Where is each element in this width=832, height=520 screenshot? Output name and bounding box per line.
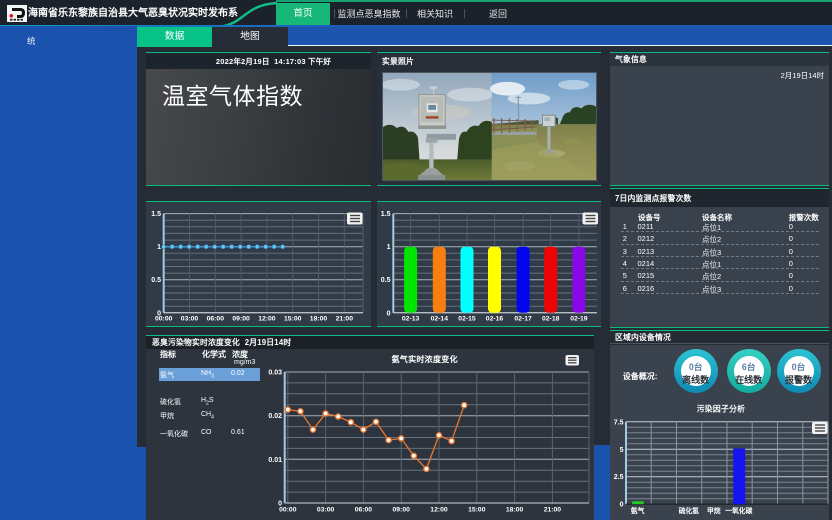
svg-text:7.5: 7.5 xyxy=(614,419,624,426)
svg-text:09:00: 09:00 xyxy=(393,506,411,513)
svg-text:1.5: 1.5 xyxy=(151,211,161,218)
svg-text:0.01: 0.01 xyxy=(268,456,282,463)
svg-text:02-16: 02-16 xyxy=(486,315,504,322)
svg-text:09:00: 09:00 xyxy=(232,315,250,322)
svg-text:03:00: 03:00 xyxy=(317,506,335,513)
svg-text:一氧化碳: 一氧化碳 xyxy=(725,506,752,515)
svg-text:12:00: 12:00 xyxy=(258,315,276,322)
svg-text:1.5: 1.5 xyxy=(381,211,391,218)
svg-text:02-19: 02-19 xyxy=(570,315,588,322)
svg-text:02-18: 02-18 xyxy=(542,315,560,322)
svg-text:0.5: 0.5 xyxy=(151,277,161,284)
svg-text:0.03: 0.03 xyxy=(268,369,282,376)
svg-text:02-15: 02-15 xyxy=(458,315,476,322)
svg-text:21:00: 21:00 xyxy=(336,315,354,322)
svg-text:15:00: 15:00 xyxy=(284,315,302,322)
svg-text:氨气实时浓度变化: 氨气实时浓度变化 xyxy=(391,354,457,364)
svg-text:0.02: 0.02 xyxy=(268,413,282,420)
svg-text:5: 5 xyxy=(620,446,624,453)
svg-text:甲烷: 甲烷 xyxy=(707,506,721,515)
svg-text:0.5: 0.5 xyxy=(381,277,391,284)
svg-text:06:00: 06:00 xyxy=(207,315,225,322)
svg-text:18:00: 18:00 xyxy=(506,506,524,513)
svg-text:18:00: 18:00 xyxy=(310,315,328,322)
svg-text:21:00: 21:00 xyxy=(544,506,562,513)
svg-text:02-13: 02-13 xyxy=(402,315,420,322)
svg-text:15:00: 15:00 xyxy=(468,506,486,513)
svg-text:0: 0 xyxy=(620,501,624,508)
svg-text:氨气: 氨气 xyxy=(631,506,645,515)
svg-text:1: 1 xyxy=(387,244,391,251)
svg-text:00:00: 00:00 xyxy=(279,506,297,513)
svg-text:硫化氢: 硫化氢 xyxy=(679,506,700,515)
svg-text:0: 0 xyxy=(387,310,391,317)
svg-text:污染因子分析: 污染因子分析 xyxy=(697,403,746,413)
svg-text:03:00: 03:00 xyxy=(181,315,199,322)
svg-text:06:00: 06:00 xyxy=(355,506,373,513)
svg-text:12:00: 12:00 xyxy=(430,506,448,513)
svg-text:00:00: 00:00 xyxy=(155,315,173,322)
svg-text:02-14: 02-14 xyxy=(431,315,449,322)
svg-text:2.5: 2.5 xyxy=(614,474,624,481)
svg-text:02-17: 02-17 xyxy=(514,315,532,322)
svg-text:1: 1 xyxy=(157,244,161,251)
